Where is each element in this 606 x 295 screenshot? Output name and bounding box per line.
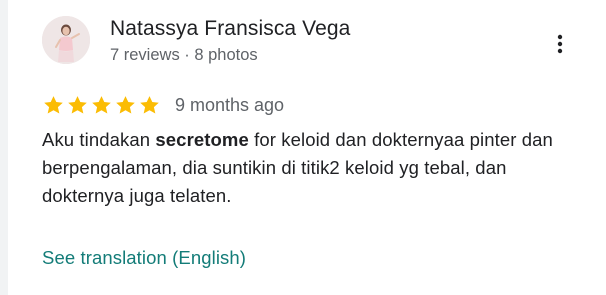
- review-card: Natassya Fransisca Vega 7 reviews · 8 ph…: [8, 0, 606, 295]
- review-text: Aku tindakan secretome for keloid dan do…: [42, 126, 572, 210]
- star-icon: [42, 94, 65, 116]
- avatar-photo: [42, 16, 90, 64]
- reviewer-stats[interactable]: 7 reviews · 8 photos: [110, 44, 258, 66]
- review-text-bold: secretome: [155, 129, 249, 150]
- rating-row: 9 months ago: [42, 94, 284, 116]
- left-edge-strip: [0, 0, 8, 295]
- star-rating: [42, 94, 161, 116]
- star-icon: [90, 94, 113, 116]
- star-icon: [66, 94, 89, 116]
- star-icon: [138, 94, 161, 116]
- reviewer-avatar[interactable]: [42, 16, 90, 64]
- reviewer-name[interactable]: Natassya Fransisca Vega: [110, 16, 350, 42]
- review-time: 9 months ago: [175, 95, 285, 115]
- review-text-part-1: Aku tindakan: [42, 129, 156, 150]
- more-vert-icon: [557, 34, 563, 54]
- star-icon: [114, 94, 137, 116]
- see-translation-link[interactable]: See translation (English): [42, 246, 246, 270]
- more-options-button[interactable]: [544, 28, 576, 60]
